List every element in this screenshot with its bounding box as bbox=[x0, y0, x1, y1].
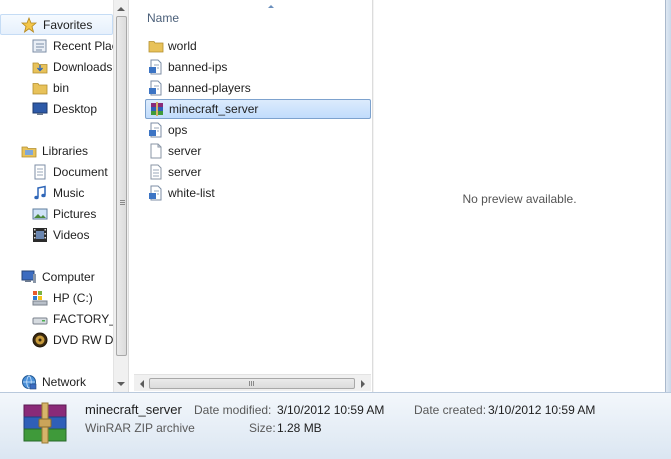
libraries-icon bbox=[21, 143, 37, 159]
nav-item-videos[interactable]: Videos bbox=[0, 224, 113, 245]
text-document-icon bbox=[148, 185, 164, 201]
file-name: banned-ips bbox=[168, 60, 228, 74]
nav-network-label: Network bbox=[42, 374, 87, 389]
text-document-icon bbox=[148, 122, 164, 138]
nav-item-label: FACTORY_ bbox=[53, 311, 113, 326]
documents-icon bbox=[32, 164, 48, 180]
nav-item-label: Recent Plac bbox=[53, 38, 113, 53]
file-name: server bbox=[168, 165, 202, 179]
scrollbar-thumb[interactable] bbox=[149, 378, 355, 389]
file-list-horizontal-scrollbar[interactable] bbox=[134, 374, 371, 391]
file-row-banned-ips[interactable]: banned-ips bbox=[145, 57, 371, 77]
details-file-name: minecraft_server bbox=[85, 402, 182, 417]
nav-item-documents[interactable]: Document bbox=[0, 161, 113, 182]
column-header-label: Name bbox=[147, 11, 180, 25]
nav-favorites[interactable]: Favorites bbox=[0, 14, 113, 35]
scrollbar-thumb[interactable] bbox=[116, 16, 127, 356]
nav-libraries-label: Libraries bbox=[42, 143, 89, 158]
nav-item-label: Desktop bbox=[53, 101, 98, 116]
nav-item-factory[interactable]: FACTORY_ bbox=[0, 308, 113, 329]
nav-item-recent-places[interactable]: Recent Plac bbox=[0, 35, 113, 56]
details-file-type: WinRAR ZIP archive bbox=[85, 421, 195, 435]
computer-icon bbox=[21, 269, 37, 285]
nav-item-desktop[interactable]: Desktop bbox=[0, 98, 113, 119]
videos-icon bbox=[32, 227, 48, 243]
downloads-folder-icon bbox=[32, 59, 48, 75]
file-row-ops[interactable]: ops bbox=[145, 120, 371, 140]
file-name: white-list bbox=[168, 186, 215, 200]
file-row-white-list[interactable]: white-list bbox=[145, 183, 371, 203]
file-name: server bbox=[168, 144, 202, 158]
nav-item-hp-c[interactable]: HP (C:) bbox=[0, 287, 113, 308]
file-list: Name world banned-ips banned-players min… bbox=[133, 0, 372, 392]
dvd-drive-icon bbox=[32, 332, 48, 348]
star-icon bbox=[20, 16, 38, 33]
preview-pane: No preview available. bbox=[374, 0, 665, 392]
music-icon bbox=[32, 185, 48, 201]
nav-network[interactable]: Network bbox=[0, 371, 113, 392]
file-name: banned-players bbox=[168, 81, 251, 95]
hard-drive-icon bbox=[32, 290, 48, 306]
date-modified-value: 3/10/2012 10:59 AM bbox=[277, 403, 385, 417]
nav-item-label: Document bbox=[53, 164, 108, 179]
nav-computer[interactable]: Computer bbox=[0, 266, 113, 287]
file-row-server[interactable]: server bbox=[145, 141, 371, 161]
nav-item-label: Music bbox=[53, 185, 85, 200]
nav-item-label: bin bbox=[53, 80, 70, 95]
pictures-icon bbox=[32, 206, 48, 222]
nav-item-label: HP (C:) bbox=[53, 290, 93, 305]
folder-icon bbox=[32, 80, 48, 96]
size-value: 1.28 MB bbox=[277, 421, 322, 435]
nav-computer-label: Computer bbox=[42, 269, 95, 284]
nav-item-dvd-drive[interactable]: DVD RW Dr bbox=[0, 329, 113, 350]
nav-item-downloads[interactable]: Downloads bbox=[0, 56, 113, 77]
file-row-minecraft-server[interactable]: minecraft_server bbox=[145, 99, 371, 119]
navigation-pane: Favorites Recent Plac Downloads bin Desk… bbox=[0, 0, 113, 392]
desktop-icon bbox=[32, 101, 48, 117]
folder-icon bbox=[148, 38, 164, 54]
scroll-left-arrow-icon[interactable] bbox=[140, 380, 144, 388]
details-pane: minecraft_server WinRAR ZIP archive Date… bbox=[0, 392, 671, 459]
text-document-icon bbox=[148, 59, 164, 75]
date-created-value: 3/10/2012 10:59 AM bbox=[488, 403, 596, 417]
recent-places-icon bbox=[32, 38, 48, 54]
file-name: ops bbox=[168, 123, 188, 137]
sort-ascending-icon bbox=[268, 5, 274, 8]
navigation-vertical-scrollbar[interactable] bbox=[113, 0, 128, 392]
file-name: minecraft_server bbox=[169, 102, 259, 116]
date-modified-label: Date modified: bbox=[194, 403, 272, 417]
file-row-server-properties[interactable]: server bbox=[145, 162, 371, 182]
nav-item-label: Downloads bbox=[53, 59, 113, 74]
nav-libraries[interactable]: Libraries bbox=[0, 140, 113, 161]
text-document-icon bbox=[148, 80, 164, 96]
column-header-name[interactable]: Name bbox=[133, 0, 372, 34]
pane-splitter[interactable] bbox=[128, 0, 132, 392]
winrar-archive-icon bbox=[149, 101, 165, 117]
size-label: Size: bbox=[249, 421, 276, 435]
scroll-down-arrow-icon[interactable] bbox=[117, 382, 125, 386]
nav-item-pictures[interactable]: Pictures bbox=[0, 203, 113, 224]
nav-item-label: Videos bbox=[53, 227, 90, 242]
nav-item-label: Pictures bbox=[53, 206, 97, 221]
scroll-up-arrow-icon[interactable] bbox=[117, 7, 125, 11]
nav-favorites-label: Favorites bbox=[43, 17, 93, 32]
scroll-right-arrow-icon[interactable] bbox=[361, 380, 365, 388]
file-row-world[interactable]: world bbox=[145, 36, 371, 56]
file-name: world bbox=[168, 39, 197, 53]
properties-file-icon bbox=[148, 164, 164, 180]
network-icon bbox=[21, 374, 37, 390]
winrar-archive-icon bbox=[22, 401, 68, 445]
window-frame-edge bbox=[665, 0, 671, 392]
file-row-banned-players[interactable]: banned-players bbox=[145, 78, 371, 98]
date-created-label: Date created: bbox=[414, 403, 487, 417]
generic-file-icon bbox=[148, 143, 164, 159]
drive-icon bbox=[32, 311, 48, 327]
nav-item-music[interactable]: Music bbox=[0, 182, 113, 203]
nav-item-bin[interactable]: bin bbox=[0, 77, 113, 98]
preview-message: No preview available. bbox=[462, 192, 577, 206]
nav-item-label: DVD RW Dr bbox=[53, 332, 113, 347]
